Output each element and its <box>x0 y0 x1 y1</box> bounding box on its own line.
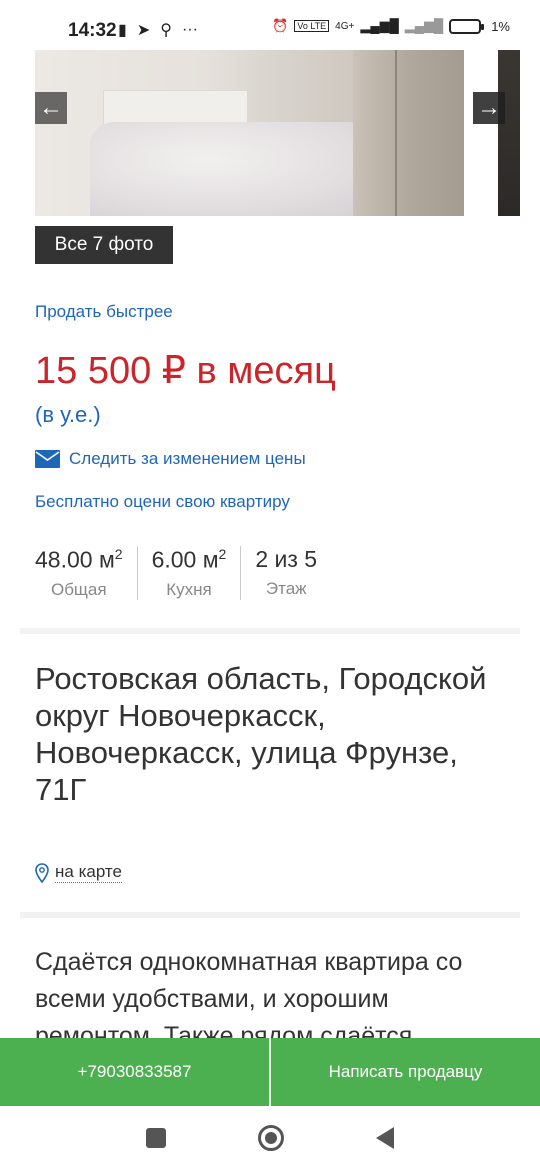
home-icon[interactable] <box>258 1125 284 1151</box>
section-divider <box>20 912 520 918</box>
map-link[interactable]: на карте <box>35 862 122 883</box>
prev-photo-button[interactable]: ← <box>35 92 67 124</box>
signal-icon: ▂▄▆█ <box>360 18 399 33</box>
sim-icon: ▮ <box>118 22 127 39</box>
stat-kitchen-area-label: Кухня <box>166 579 212 599</box>
status-right-icons: ⏰ Vo LTE 4G+ ▂▄▆█ ▂▄▆█ 1% <box>272 18 510 34</box>
apartment-stats: 48.00 м2 Общая 6.00 м2 Кухня 2 из 5 Этаж <box>35 546 331 600</box>
arrow-left-icon: ← <box>39 94 63 121</box>
alarm-icon: ⏰ <box>272 18 289 33</box>
volte-icon: Vo LTE <box>294 20 330 32</box>
status-time: 14:32 <box>68 20 117 41</box>
more-icon: ··· <box>181 21 198 38</box>
stat-kitchen-area: 6.00 м2 Кухня <box>136 546 241 600</box>
battery-percent: 1% <box>491 18 510 34</box>
stat-kitchen-area-value: 6.00 м2 <box>151 546 227 573</box>
battery-icon <box>449 18 485 34</box>
price-currency: (в у.е.) <box>35 402 101 427</box>
map-link-label: на карте <box>55 862 122 883</box>
stat-floor-label: Этаж <box>265 579 307 598</box>
back-icon[interactable] <box>376 1127 394 1149</box>
stat-total-area-label: Общая <box>50 579 107 599</box>
stat-floor: 2 из 5 Этаж <box>240 546 331 600</box>
stat-total-area: 48.00 м2 Общая <box>35 546 137 600</box>
status-left-icons: ▮ ➤ ⚲ ··· <box>118 20 198 40</box>
status-bar: 14:32 ▮ ➤ ⚲ ··· ⏰ Vo LTE 4G+ ▂▄▆█ ▂▄▆█ 1… <box>0 0 540 50</box>
call-button[interactable]: +79030833587 <box>0 1038 271 1106</box>
search-icon: ⚲ <box>160 22 172 39</box>
all-photos-button[interactable]: Все 7 фото <box>35 226 173 264</box>
section-divider <box>20 628 520 634</box>
arrow-right-icon: → <box>477 94 501 121</box>
stat-floor-value: 2 из 5 <box>255 546 318 572</box>
stat-total-area-value: 48.00 м2 <box>35 546 123 573</box>
estimate-link[interactable]: Бесплатно оцени свою квартиру <box>35 492 290 512</box>
price: 15 500 ₽ в месяц <box>35 350 336 392</box>
contact-bar: +79030833587 Написать продавцу <box>0 1038 540 1106</box>
write-seller-button[interactable]: Написать продавцу <box>271 1038 540 1106</box>
photo-gallery[interactable]: ← → <box>0 50 540 216</box>
map-pin-icon <box>35 862 49 883</box>
photo-bed <box>90 122 380 216</box>
photo-wardrobe <box>353 50 464 216</box>
address: Ростовская область, Городской округ Ново… <box>35 661 487 807</box>
follow-price-label: Следить за изменением цены <box>69 449 306 468</box>
telegram-icon: ➤ <box>136 22 151 39</box>
follow-price-link[interactable]: Следить за изменением цены <box>35 449 306 469</box>
signal2-icon: ▂▄▆█ <box>404 18 444 33</box>
sell-faster-link[interactable]: Продать быстрее <box>35 302 173 322</box>
description: Сдаётся однокомнатная квартира со всеми … <box>35 948 463 1039</box>
network-label: 4G+ <box>335 20 355 32</box>
photo-main[interactable] <box>35 50 464 216</box>
mail-icon <box>35 450 60 468</box>
system-nav-bar <box>0 1106 540 1170</box>
next-photo-button[interactable]: → <box>473 92 505 124</box>
photo-next-preview[interactable] <box>498 50 520 216</box>
recent-apps-icon[interactable] <box>146 1128 166 1148</box>
